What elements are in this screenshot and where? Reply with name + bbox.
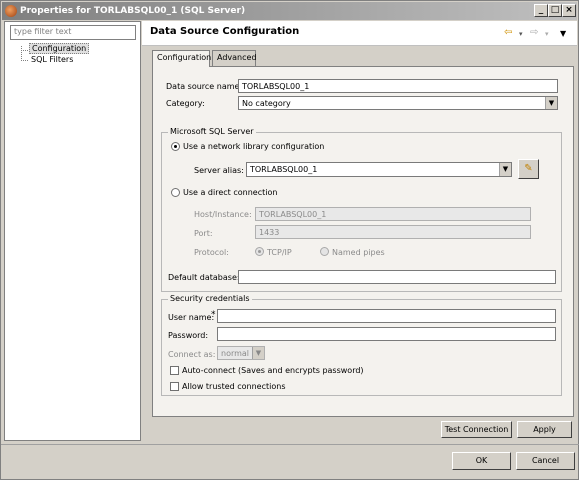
password-label: Password:	[168, 331, 209, 340]
divider	[1, 444, 579, 445]
named-pipes-label: Named pipes	[332, 248, 385, 257]
ok-button[interactable]: OK	[452, 452, 511, 470]
chevron-down-icon[interactable]: ▾	[519, 30, 523, 38]
properties-dialog: Properties for TORLABSQL00_1 (SQL Server…	[0, 0, 579, 480]
mssql-group: Microsoft SQL Server Use a network libra…	[161, 127, 562, 292]
tree-item-sql-filters[interactable]: SQL Filters	[29, 55, 75, 64]
chevron-down-icon[interactable]: ▼	[499, 163, 511, 176]
connect-as-select[interactable]: normal ▼	[217, 346, 265, 360]
category-label: Category:	[166, 99, 205, 108]
tree-connector	[21, 46, 22, 59]
tab-configuration[interactable]: Configuration	[152, 50, 211, 67]
filter-input[interactable]: type filter text	[10, 25, 136, 40]
category-select[interactable]: No category ▼	[238, 96, 558, 110]
mssql-group-title: Microsoft SQL Server	[168, 127, 256, 136]
trusted-connections-checkbox[interactable]	[170, 382, 179, 391]
page-area: Data Source Configuration ⇦ ▾ ⇨ ▾ ▼ Conf…	[142, 21, 577, 441]
port-label: Port:	[194, 229, 213, 238]
minimize-button[interactable]: _	[534, 4, 548, 17]
default-database-input[interactable]	[238, 270, 556, 284]
tcpip-radio[interactable]	[255, 247, 264, 256]
server-alias-label: Server alias:	[194, 166, 244, 175]
page-title: Data Source Configuration	[150, 26, 300, 37]
category-value: No category	[242, 99, 291, 108]
title-bar: Properties for TORLABSQL00_1 (SQL Server…	[2, 2, 577, 20]
named-pipes-radio[interactable]	[320, 247, 329, 256]
password-input[interactable]	[217, 327, 556, 341]
default-database-label: Default database:	[168, 273, 240, 282]
server-alias-value: TORLABSQL00_1	[250, 165, 318, 174]
autoconnect-label: Auto-connect (Saves and encrypts passwor…	[182, 366, 364, 375]
username-input[interactable]	[217, 309, 556, 323]
use-direct-label: Use a direct connection	[183, 188, 278, 197]
data-source-name-input[interactable]: TORLABSQL00_1	[238, 79, 558, 93]
configuration-panel: Data source name: TORLABSQL00_1 Category…	[152, 66, 574, 417]
test-connection-button[interactable]: Test Connection	[441, 421, 512, 438]
chevron-down-icon[interactable]: ▾	[545, 30, 549, 38]
close-button[interactable]: ×	[562, 4, 576, 17]
chevron-down-icon[interactable]: ▼	[545, 97, 557, 109]
tab-advanced[interactable]: Advanced	[212, 50, 257, 66]
forward-arrow-icon[interactable]: ⇨	[530, 27, 538, 38]
security-group-title: Security credentials	[168, 294, 252, 303]
server-alias-select[interactable]: TORLABSQL00_1 ▼	[246, 162, 512, 177]
tree-item-configuration[interactable]: Configuration	[29, 43, 90, 54]
host-label: Host/Instance:	[194, 210, 252, 219]
app-icon	[5, 5, 17, 17]
maximize-button[interactable]: □	[548, 4, 562, 17]
apply-button[interactable]: Apply	[517, 421, 572, 438]
page-header: Data Source Configuration ⇦ ▾ ⇨ ▾ ▼	[142, 21, 577, 46]
connect-as-label: Connect as:	[168, 350, 216, 359]
use-network-radio[interactable]	[171, 142, 180, 151]
window-title: Properties for TORLABSQL00_1 (SQL Server…	[20, 6, 246, 16]
tree-connector	[21, 50, 28, 51]
chevron-down-icon[interactable]: ▼	[252, 347, 264, 359]
use-direct-radio[interactable]	[171, 188, 180, 197]
tcpip-label: TCP/IP	[267, 248, 292, 257]
view-menu-icon[interactable]: ▼	[560, 29, 566, 38]
data-source-name-label: Data source name:	[166, 82, 243, 91]
cancel-button[interactable]: Cancel	[516, 452, 575, 470]
username-label: User name:	[168, 313, 215, 322]
connect-as-value: normal	[221, 349, 250, 358]
navigation-pane: type filter text Configuration SQL Filte…	[4, 21, 141, 441]
trusted-connections-label: Allow trusted connections	[182, 382, 286, 391]
autoconnect-checkbox[interactable]	[170, 366, 179, 375]
tree-connector	[21, 60, 28, 61]
security-group: Security credentials User name: * Passwo…	[161, 294, 562, 396]
required-marker: *	[211, 310, 216, 320]
use-network-label: Use a network library configuration	[183, 142, 325, 151]
protocol-label: Protocol:	[194, 248, 229, 257]
host-input[interactable]: TORLABSQL00_1	[255, 207, 531, 221]
edit-alias-icon[interactable]: ✎	[518, 159, 539, 179]
back-arrow-icon[interactable]: ⇦	[504, 27, 512, 38]
port-input[interactable]: 1433	[255, 225, 531, 239]
